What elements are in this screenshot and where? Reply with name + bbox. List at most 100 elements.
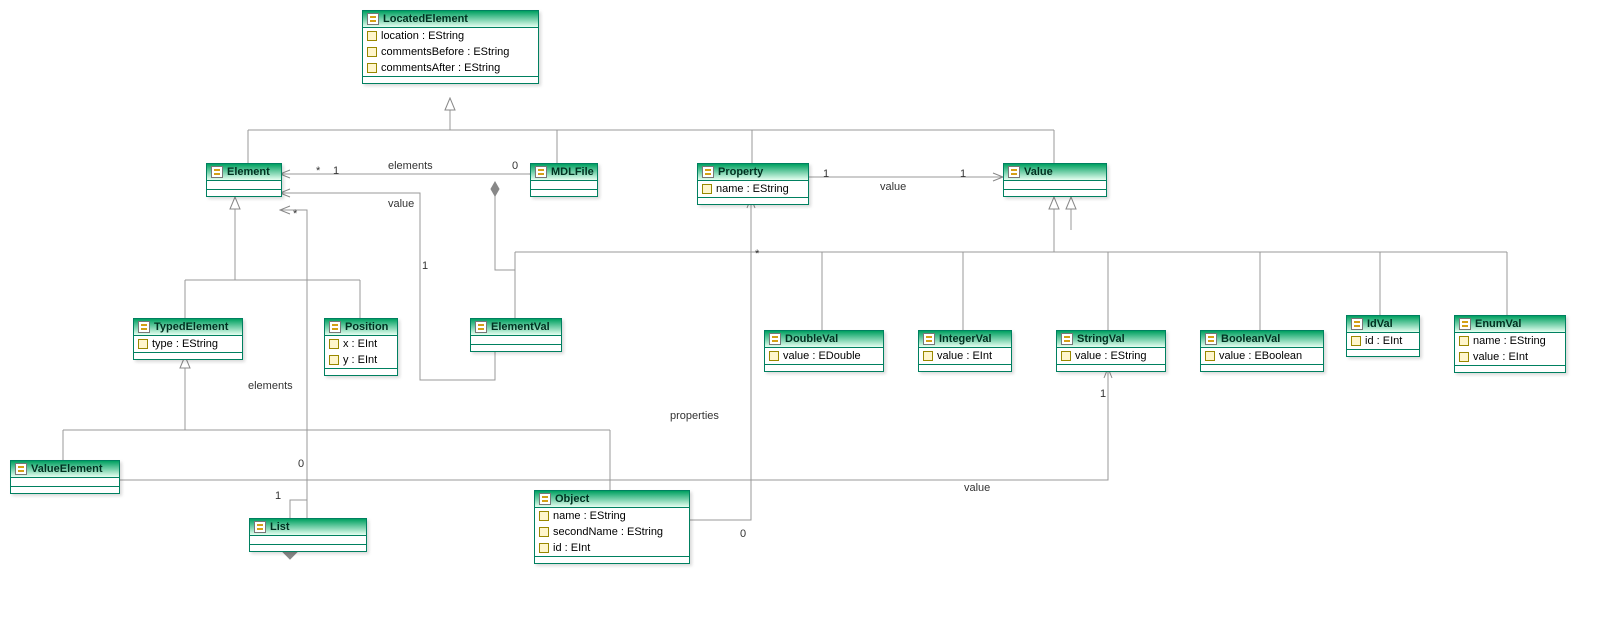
- mult-one-1: 1: [333, 165, 339, 177]
- mult-star-1: *: [316, 165, 320, 177]
- class-name: MDLFile: [551, 166, 594, 178]
- class-icon: [367, 13, 379, 25]
- class-name: LocatedElement: [383, 13, 468, 25]
- attr: value : EDouble: [783, 350, 861, 362]
- class-icon: [15, 463, 27, 475]
- attr-icon: [1459, 336, 1469, 346]
- class-name: StringVal: [1077, 333, 1125, 345]
- class-position: Position x : EInt y : EInt: [324, 318, 398, 376]
- attr-icon: [1205, 351, 1215, 361]
- attr-icon: [138, 339, 148, 349]
- class-icon: [1459, 318, 1471, 330]
- attr-icon: [367, 63, 377, 73]
- class-name: Property: [718, 166, 763, 178]
- attr: commentsBefore : EString: [381, 46, 509, 58]
- mult-zero-props: 0: [740, 528, 746, 540]
- class-name: Value: [1024, 166, 1053, 178]
- mult-one-elemval: 1: [422, 260, 428, 272]
- attr: secondName : EString: [553, 526, 663, 538]
- class-name: List: [270, 521, 290, 533]
- class-enumval: EnumVal name : EString value : EInt: [1454, 315, 1566, 373]
- attr: id : EInt: [1365, 335, 1402, 347]
- assoc-label-elements-list: elements: [248, 380, 293, 392]
- attr: id : EInt: [553, 542, 590, 554]
- class-icon: [702, 166, 714, 178]
- class-typed-element: TypedElement type : EString: [133, 318, 243, 360]
- class-name: BooleanVal: [1221, 333, 1280, 345]
- mult-zero-list: 0: [298, 458, 304, 470]
- class-icon: [1351, 318, 1363, 330]
- attr: name : EString: [716, 183, 789, 195]
- mult-star-list: *: [293, 208, 297, 220]
- class-integerval: IntegerVal value : EInt: [918, 330, 1012, 372]
- class-name: Object: [555, 493, 589, 505]
- class-located-element: LocatedElement location : EString commen…: [362, 10, 539, 84]
- attr-icon: [702, 184, 712, 194]
- class-header: LocatedElement: [363, 11, 538, 28]
- attr-icon: [539, 543, 549, 553]
- attr: value : EString: [1075, 350, 1147, 362]
- class-name: IdVal: [1367, 318, 1393, 330]
- class-icon: [1061, 333, 1073, 345]
- class-icon: [138, 321, 150, 333]
- attr: value : EInt: [1473, 351, 1528, 363]
- class-name: IntegerVal: [939, 333, 992, 345]
- class-icon: [1008, 166, 1020, 178]
- attr-icon: [367, 31, 377, 41]
- class-icon: [923, 333, 935, 345]
- attr-icon: [367, 47, 377, 57]
- mult-one-prop: 1: [823, 168, 829, 180]
- mult-zero-1: 0: [512, 160, 518, 172]
- class-name: Element: [227, 166, 270, 178]
- class-doubleval: DoubleVal value : EDouble: [764, 330, 884, 372]
- class-object: Object name : EString secondName : EStri…: [534, 490, 690, 564]
- class-icon: [329, 321, 341, 333]
- class-icon: [475, 321, 487, 333]
- class-icon: [1205, 333, 1217, 345]
- class-list: List: [249, 518, 367, 552]
- class-name: ElementVal: [491, 321, 550, 333]
- class-mdlfile: MDLFile: [530, 163, 598, 197]
- class-element: Element: [206, 163, 282, 197]
- class-idval: IdVal id : EInt: [1346, 315, 1420, 357]
- connector-layer: [0, 0, 1620, 621]
- attr: name : EString: [1473, 335, 1546, 347]
- attr-icon: [1351, 336, 1361, 346]
- mult-one-strval: 1: [1100, 388, 1106, 400]
- attr: name : EString: [553, 510, 626, 522]
- attr-icon: [329, 355, 339, 365]
- assoc-label-elements: elements: [388, 160, 433, 172]
- attr: value : EInt: [937, 350, 992, 362]
- attr: y : EInt: [343, 354, 377, 366]
- class-name: EnumVal: [1475, 318, 1521, 330]
- class-property: Property name : EString: [697, 163, 809, 205]
- attr-icon: [329, 339, 339, 349]
- assoc-label-properties: properties: [670, 410, 719, 422]
- attr: type : EString: [152, 338, 218, 350]
- class-booleanval: BooleanVal value : EBoolean: [1200, 330, 1324, 372]
- class-name: ValueElement: [31, 463, 103, 475]
- attr-icon: [769, 351, 779, 361]
- class-elementval: ElementVal: [470, 318, 562, 352]
- attr-icon: [539, 511, 549, 521]
- class-icon: [539, 493, 551, 505]
- assoc-label-value-elemval: value: [388, 198, 414, 210]
- attr-icon: [923, 351, 933, 361]
- class-name: Position: [345, 321, 388, 333]
- attr: location : EString: [381, 30, 464, 42]
- class-value: Value: [1003, 163, 1107, 197]
- class-icon: [769, 333, 781, 345]
- mult-one-val: 1: [960, 168, 966, 180]
- attr: value : EBoolean: [1219, 350, 1302, 362]
- class-icon: [211, 166, 223, 178]
- class-icon: [535, 166, 547, 178]
- attr: commentsAfter : EString: [381, 62, 500, 74]
- class-icon: [254, 521, 266, 533]
- class-valueelement: ValueElement: [10, 460, 120, 494]
- attr-icon: [1061, 351, 1071, 361]
- assoc-label-value-valelem: value: [964, 482, 990, 494]
- attr: x : EInt: [343, 338, 377, 350]
- attr-icon: [539, 527, 549, 537]
- mult-star-props: *: [755, 248, 759, 260]
- class-name: TypedElement: [154, 321, 228, 333]
